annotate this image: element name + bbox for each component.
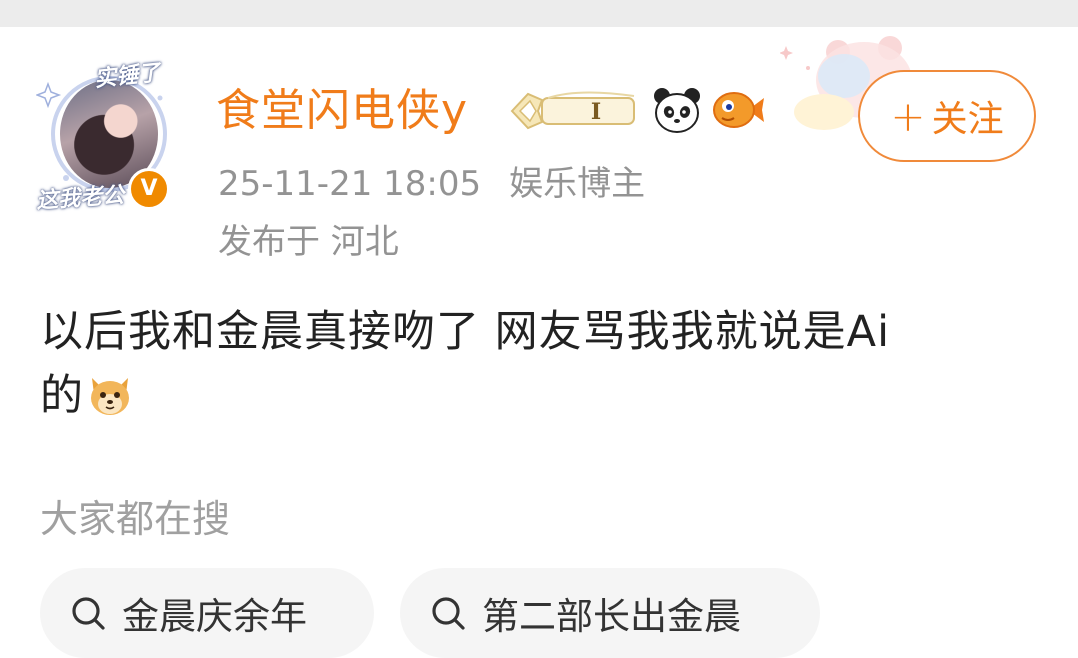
post-timestamp: 25-11-21 18:05 [218,164,482,204]
user-role: 娱乐博主 [509,164,646,204]
panda-icon [654,88,700,133]
avatar-bottom-text: 这我老公 [35,181,125,215]
follow-button[interactable]: + 关注 [858,70,1036,162]
post-text-line-1: 以后我和金晨真接吻了 网友骂我我就说是Ai [40,307,891,357]
verified-icon: V [128,168,170,210]
plus-icon: + [890,91,926,141]
avatar-top-text: 实锤了 [93,59,162,93]
search-chip-label: 第二部长出金晨 [482,595,741,638]
top-strip [0,0,1078,27]
post-text-line-2: 的 [40,371,84,421]
search-icon [72,597,105,630]
search-chip-label: 金晨庆余年 [122,595,307,638]
search-chip[interactable]: 第二部长出金晨 [400,568,820,658]
dog-emoji-icon [91,378,129,415]
verified-mark: V [140,176,158,201]
fish-icon [713,92,764,128]
trending-search-heading: 大家都在搜 [40,497,231,541]
follow-label: 关注 [931,99,1004,140]
level-badge-text: I [591,99,601,125]
search-chip[interactable]: 金晨庆余年 [40,568,374,658]
search-icon [432,597,465,630]
post-meta: 25-11-21 18:05 娱乐博主 [218,162,645,206]
username[interactable]: 食堂闪电侠y [216,84,468,138]
post-content: 以后我和金晨真接吻了 网友骂我我就说是Ai 的 [40,300,1040,428]
level-badge-icon[interactable]: I [508,86,640,136]
post-location: 发布于 河北 [218,222,399,262]
